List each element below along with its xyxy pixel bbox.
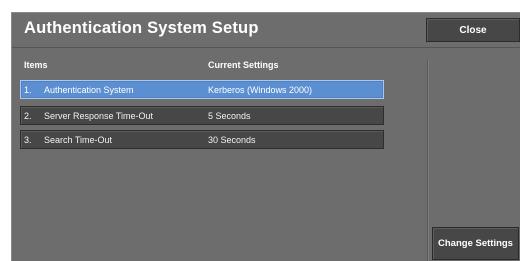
page-title: Authentication System Setup [24, 19, 259, 37]
column-header-items: Items [24, 60, 48, 70]
close-button[interactable]: Close [426, 18, 520, 42]
table-row-server-response-time-out[interactable]: 2. Server Response Time-Out 5 Seconds [20, 106, 384, 125]
row-current-setting: 30 Seconds [208, 135, 256, 145]
row-item-name: Authentication System [44, 85, 134, 95]
row-number: 3. [24, 135, 32, 145]
sidebar-divider [427, 59, 428, 261]
row-item-name: Server Response Time-Out [44, 111, 154, 121]
change-settings-button[interactable]: Change Settings [432, 227, 519, 260]
table-row-authentication-system[interactable]: 1. Authentication System Kerberos (Windo… [20, 80, 384, 99]
setup-panel: Authentication System Setup Close Items … [11, 12, 520, 261]
row-number: 2. [24, 111, 32, 121]
row-current-setting: Kerberos (Windows 2000) [208, 85, 313, 95]
table-row-search-time-out[interactable]: 3. Search Time-Out 30 Seconds [20, 130, 384, 149]
column-header-current-settings: Current Settings [208, 60, 279, 70]
header-divider [12, 47, 520, 48]
row-current-setting: 5 Seconds [208, 111, 251, 121]
row-number: 1. [24, 85, 32, 95]
row-item-name: Search Time-Out [44, 135, 113, 145]
